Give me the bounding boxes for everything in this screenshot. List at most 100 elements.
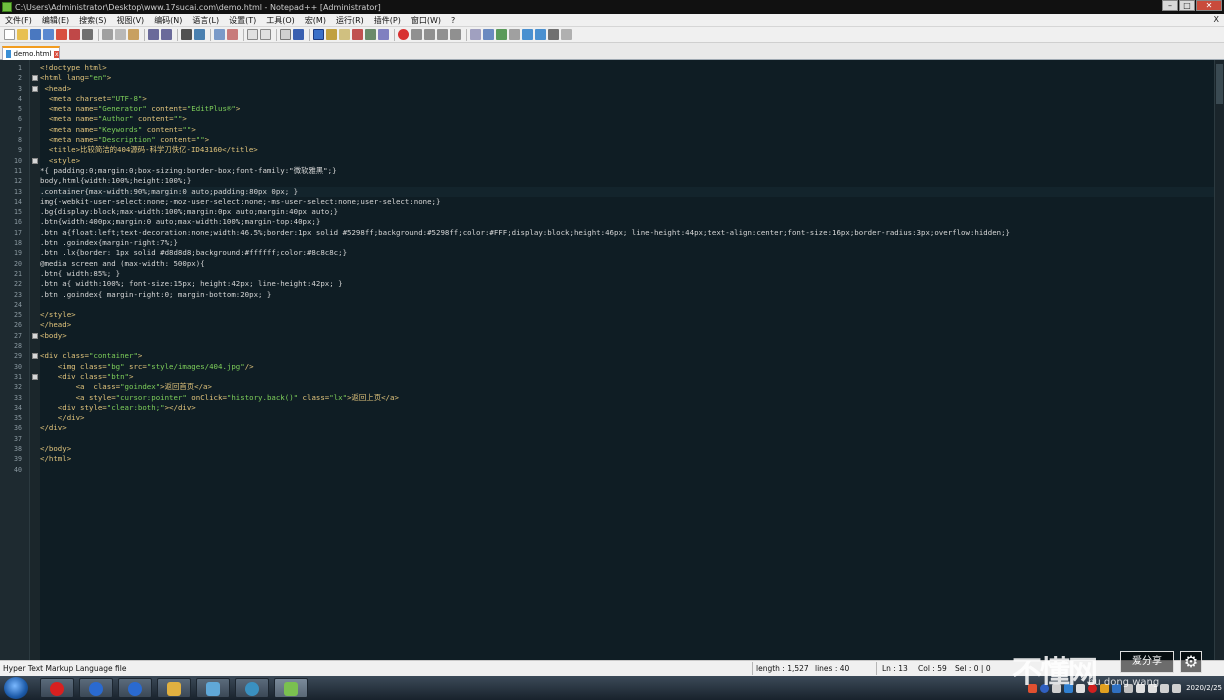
scrollbar-thumb[interactable]	[1216, 64, 1223, 104]
indent-guide-icon[interactable]	[313, 29, 324, 40]
zoom-in-icon[interactable]	[214, 29, 225, 40]
plugin-icon-5[interactable]	[548, 29, 559, 40]
menu-edit[interactable]: 编辑(E)	[37, 15, 74, 26]
code-line[interactable]: 32 <a class="goindex">返回首页</a>	[14, 382, 1214, 392]
code-line[interactable]: 18 .btn .goindex{margin-right:7%;}	[14, 238, 1214, 248]
cut-icon[interactable]	[102, 29, 113, 40]
arrow-down-icon[interactable]	[535, 29, 546, 40]
taskbar-app-1[interactable]	[40, 678, 74, 698]
plugin-icon-1[interactable]	[470, 29, 481, 40]
code-line[interactable]: 6 <meta name="Author" content="">	[18, 114, 1214, 124]
code-line[interactable]: 40	[14, 465, 1214, 475]
tray-help-icon[interactable]	[1040, 683, 1050, 693]
code-line[interactable]: 25 </style>	[14, 310, 1214, 320]
taskbar-app-5[interactable]	[196, 678, 230, 698]
code-line[interactable]: 22 .btn a{ width:100%; font-size:15px; he…	[14, 279, 1214, 289]
copy-icon[interactable]	[115, 29, 126, 40]
taskbar-app-2[interactable]	[79, 678, 113, 698]
fold-toggle-icon[interactable]	[32, 75, 38, 82]
tray-app-icon[interactable]	[1076, 683, 1086, 693]
code-line[interactable]: 26 </head>	[14, 320, 1214, 330]
show-all-chars-icon[interactable]	[293, 29, 304, 40]
code-line[interactable]: 20 @media screen and (max-width: 500px){	[14, 259, 1214, 269]
tray-app-icon[interactable]	[1088, 683, 1098, 693]
code-line[interactable]: 36 </div>	[14, 423, 1214, 433]
fold-toggle-icon[interactable]	[32, 353, 38, 360]
code-line[interactable]: 19 .btn .lx{border: 1px solid #d8d8d8;bac…	[14, 248, 1214, 258]
menu-plugins[interactable]: 插件(P)	[369, 15, 406, 26]
tab-demo-html[interactable]: demo.html x	[2, 46, 60, 60]
play-macro-icon[interactable]	[424, 29, 435, 40]
menu-tools[interactable]: 工具(O)	[261, 15, 300, 26]
code-line[interactable]: 39 </html>	[14, 454, 1214, 464]
maximize-button[interactable]: □	[1179, 0, 1195, 11]
plugin-icon-2[interactable]	[483, 29, 494, 40]
network-icon[interactable]	[1160, 683, 1170, 693]
find-icon[interactable]	[181, 29, 192, 40]
code-line[interactable]: 30 <img class="bg" src="style/images/404…	[14, 362, 1214, 372]
tray-app-icon[interactable]	[1052, 683, 1062, 693]
run-macro-multiple-icon[interactable]	[437, 29, 448, 40]
code-line[interactable]: 34 <div style="clear:both;"></div>	[14, 403, 1214, 413]
plugin-icon-4[interactable]	[509, 29, 520, 40]
close-button[interactable]: ✕	[1196, 0, 1222, 11]
user-language-icon[interactable]	[326, 29, 337, 40]
sync-horizontal-icon[interactable]	[260, 29, 271, 40]
code-line[interactable]: 5 <meta name="Generator" content="EditPl…	[18, 104, 1214, 114]
close-file-icon[interactable]	[56, 29, 67, 40]
monitoring-icon[interactable]	[378, 29, 389, 40]
code-line[interactable]: 12 body,html{width:100%;height:100%;}	[14, 176, 1214, 186]
code-line[interactable]: 27 <body>	[14, 331, 1214, 341]
minimize-button[interactable]: –	[1162, 0, 1178, 11]
tray-app-icon[interactable]	[1112, 683, 1122, 693]
fold-margin[interactable]	[30, 60, 40, 660]
menu-settings[interactable]: 设置(T)	[224, 15, 261, 26]
zoom-out-icon[interactable]	[227, 29, 238, 40]
code-line[interactable]: 9 <title>比较简洁的404源码-科学刀佚亿-ID43160</title…	[18, 145, 1214, 155]
fold-toggle-icon[interactable]	[32, 373, 38, 380]
plugin-icon-3[interactable]	[496, 29, 507, 40]
record-macro-icon[interactable]	[398, 29, 409, 40]
menu-help[interactable]: ?	[446, 16, 460, 25]
code-line[interactable]: 4 <meta charset="UTF-8">	[18, 94, 1214, 104]
code-line[interactable]: 37	[14, 434, 1214, 444]
close-all-icon[interactable]	[69, 29, 80, 40]
code-line[interactable]: 16 .btn{width:400px;margin:0 auto;max-wid…	[14, 217, 1214, 227]
menu-macro[interactable]: 宏(M)	[300, 15, 331, 26]
code-line[interactable]: 17 .btn a{float:left;text-decoration:none…	[14, 228, 1214, 238]
new-file-icon[interactable]	[4, 29, 15, 40]
code-line[interactable]: 24	[14, 300, 1214, 310]
redo-icon[interactable]	[161, 29, 172, 40]
save-macro-icon[interactable]	[450, 29, 461, 40]
print-icon[interactable]	[82, 29, 93, 40]
taskbar-explorer[interactable]	[157, 678, 191, 698]
tray-app-icon[interactable]	[1064, 683, 1074, 693]
code-line[interactable]: 8 <meta name="Description" content="">	[18, 135, 1214, 145]
menu-search[interactable]: 搜索(S)	[74, 15, 111, 26]
save-all-icon[interactable]	[43, 29, 54, 40]
code-line[interactable]: 3 <head>	[18, 84, 1214, 94]
code-line[interactable]: 38 </body>	[14, 444, 1214, 454]
taskbar-app-6[interactable]	[235, 678, 269, 698]
tab-close-icon[interactable]: x	[54, 50, 59, 58]
plugin-icon-6[interactable]	[561, 29, 572, 40]
doc-map-icon[interactable]	[339, 29, 350, 40]
code-line[interactable]: 11 *{ padding:0;margin:0;box-sizing:borde…	[14, 166, 1214, 176]
code-line[interactable]: 14 img{-webkit-user-select:none;-moz-user…	[14, 197, 1214, 207]
menu-encoding[interactable]: 编码(N)	[149, 15, 187, 26]
tray-app-icon[interactable]	[1028, 683, 1038, 693]
menu-language[interactable]: 语言(L)	[187, 15, 224, 26]
code-line[interactable]: 35 </div>	[14, 413, 1214, 423]
code-line[interactable]: 15 .bg{display:block;max-width:100%;margi…	[14, 207, 1214, 217]
paste-icon[interactable]	[128, 29, 139, 40]
input-method-icon[interactable]	[1148, 683, 1158, 693]
code-line[interactable]: 21 .btn{ width:85%; }	[14, 269, 1214, 279]
fold-toggle-icon[interactable]	[32, 332, 38, 339]
start-button[interactable]	[4, 677, 28, 699]
word-wrap-icon[interactable]	[280, 29, 291, 40]
fold-toggle-icon[interactable]	[32, 157, 38, 164]
code-line[interactable]: 28	[14, 341, 1214, 351]
taskbar-app-3[interactable]	[118, 678, 152, 698]
close-document-button[interactable]: X	[1214, 15, 1219, 24]
code-line[interactable]: 2 <html lang="en">	[18, 73, 1214, 83]
